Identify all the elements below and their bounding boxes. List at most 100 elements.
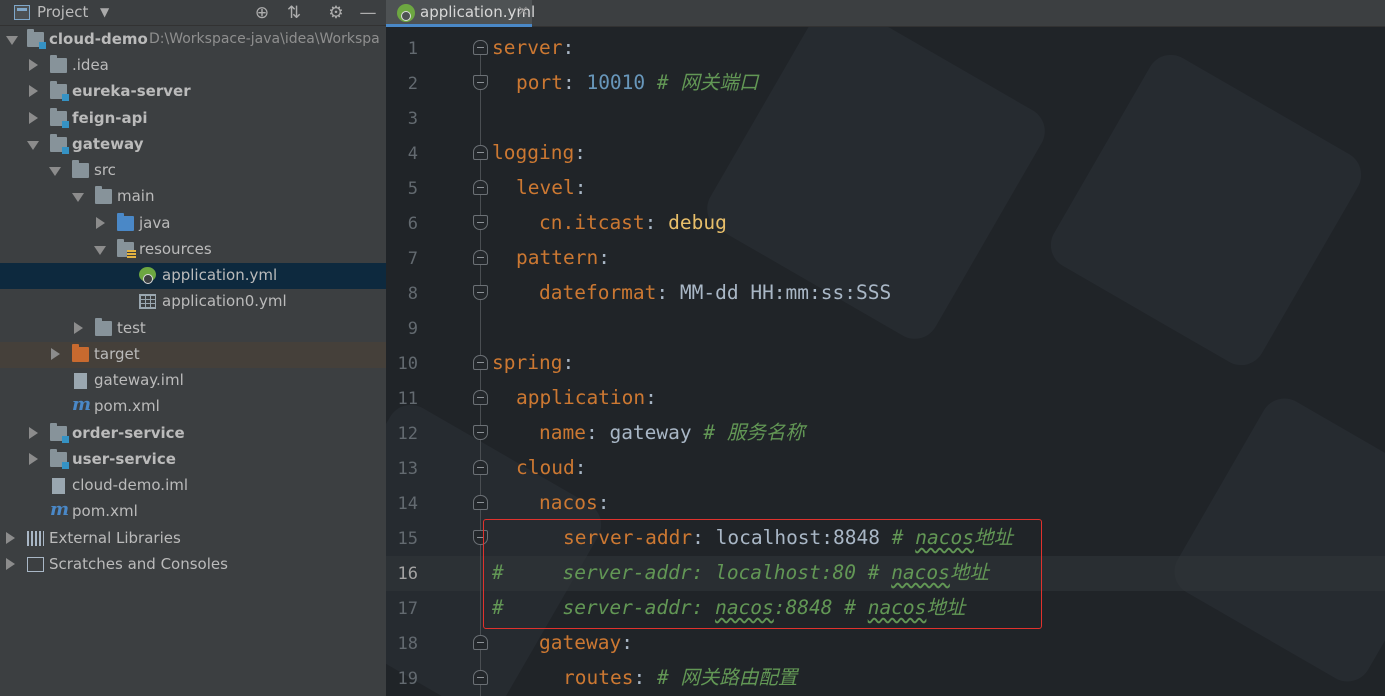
tree-item-resources[interactable]: resources: [0, 237, 386, 263]
tree-item-main[interactable]: main: [0, 184, 386, 210]
tree-item-label: target: [94, 345, 140, 363]
maven-icon: m: [72, 394, 92, 415]
gear-icon[interactable]: ⚙: [325, 2, 347, 24]
code-line-19[interactable]: routes: # 网关路由配置: [563, 660, 797, 695]
collapse-all-icon[interactable]: ⇅: [283, 2, 305, 24]
yaml-comment-typo: nacos: [715, 596, 774, 619]
tree-item-gateway-iml[interactable]: gateway.iml: [0, 368, 386, 394]
line-number: 2: [407, 74, 418, 94]
chevron-down-icon[interactable]: [94, 246, 106, 255]
yaml-colon: :: [585, 421, 610, 444]
hide-icon[interactable]: —: [357, 2, 379, 24]
yaml-key: pattern: [516, 246, 599, 269]
tree-item-root-pom-xml[interactable]: m pom.xml: [0, 499, 386, 525]
code-line-17[interactable]: # server-addr: nacos:8848 # nacos地址: [492, 590, 965, 625]
module-folder-icon: [50, 81, 69, 101]
fold-icon[interactable]: [473, 390, 488, 405]
folder-icon: [95, 318, 112, 336]
fold-icon[interactable]: [473, 250, 488, 265]
code-line-11[interactable]: application:: [516, 380, 657, 415]
code-line-13[interactable]: cloud:: [516, 450, 586, 485]
tree-item-user-service[interactable]: user-service: [0, 447, 386, 473]
background-decoration: [1165, 389, 1385, 691]
fold-icon[interactable]: [473, 75, 488, 90]
chevron-right-icon[interactable]: [6, 558, 15, 570]
yaml-comment: #: [891, 526, 916, 549]
locate-icon[interactable]: ⊕: [251, 2, 273, 24]
chevron-right-icon[interactable]: [29, 453, 38, 465]
fold-icon[interactable]: [473, 215, 488, 230]
tree-item-src[interactable]: src: [0, 158, 386, 184]
code-line-10[interactable]: spring:: [492, 345, 574, 380]
tree-item-pom-xml[interactable]: m pom.xml: [0, 394, 386, 420]
code-line-16[interactable]: # server-addr: localhost:80 # nacos地址: [492, 555, 989, 590]
tree-item-cloud-demo[interactable]: cloud-demo D:\Workspace-java\idea\Worksp…: [0, 27, 386, 53]
yaml-key: spring: [492, 351, 563, 374]
code-line-12[interactable]: name: gateway # 服务名称: [539, 415, 805, 450]
fold-icon[interactable]: [473, 285, 488, 300]
code-line-14[interactable]: nacos:: [539, 485, 609, 520]
tree-item-test[interactable]: test: [0, 316, 386, 342]
tree-item-application-yml[interactable]: application.yml: [0, 263, 386, 289]
code-line-5[interactable]: level:: [516, 170, 586, 205]
fold-icon[interactable]: [473, 530, 488, 545]
editor[interactable]: application.yml × 1 2 3 4 5 6 7 8 9 10 1…: [386, 0, 1385, 696]
chevron-down-icon[interactable]: [27, 141, 39, 150]
fold-icon[interactable]: [473, 495, 488, 510]
yaml-comment-typo: nacos: [915, 526, 974, 549]
fold-icon[interactable]: [473, 460, 488, 475]
chevron-down-icon[interactable]: ▼: [100, 5, 109, 19]
tree-item-feign-api[interactable]: feign-api: [0, 106, 386, 132]
chevron-right-icon[interactable]: [51, 348, 60, 360]
fold-icon[interactable]: [473, 355, 488, 370]
tree-item-idea[interactable]: .idea: [0, 53, 386, 79]
yaml-colon: :: [574, 141, 586, 164]
tree-item-application0-yml[interactable]: application0.yml: [0, 289, 386, 315]
code-line-2[interactable]: port: 10010 # 网关端口: [516, 65, 758, 100]
chevron-right-icon[interactable]: [29, 59, 38, 71]
fold-icon[interactable]: [473, 670, 488, 685]
code-line-1[interactable]: server:: [492, 30, 574, 65]
yaml-key: cn.itcast: [539, 211, 645, 234]
tree-item-cloud-demo-iml[interactable]: cloud-demo.iml: [0, 473, 386, 499]
tree-item-eureka-server[interactable]: eureka-server: [0, 79, 386, 105]
chevron-right-icon[interactable]: [96, 217, 105, 229]
code-line-8[interactable]: dateformat: MM-dd HH:mm:ss:SSS: [539, 275, 891, 310]
fold-icon[interactable]: [473, 635, 488, 650]
fold-icon[interactable]: [473, 425, 488, 440]
project-title[interactable]: Project: [37, 3, 88, 21]
tree-item-scratches[interactable]: Scratches and Consoles: [0, 552, 386, 578]
tree-item-java[interactable]: java: [0, 211, 386, 237]
fold-icon[interactable]: [473, 145, 488, 160]
maven-icon: m: [50, 499, 70, 520]
tab-application-yml[interactable]: application.yml ×: [386, 0, 535, 27]
code-line-4[interactable]: logging:: [492, 135, 586, 170]
chevron-down-icon[interactable]: [49, 167, 61, 176]
chevron-right-icon[interactable]: [29, 85, 38, 97]
chevron-right-icon[interactable]: [29, 112, 38, 124]
background-decoration: [1042, 46, 1370, 374]
yaml-comment-pad: [504, 596, 563, 619]
chevron-down-icon[interactable]: [6, 36, 18, 45]
yaml-colon: :: [656, 281, 680, 304]
close-icon[interactable]: ×: [517, 3, 529, 19]
chevron-right-icon[interactable]: [29, 427, 38, 439]
yaml-value: 10010: [586, 71, 646, 94]
yaml-comment: 地址: [926, 596, 966, 619]
chevron-right-icon[interactable]: [74, 322, 83, 334]
chevron-right-icon[interactable]: [6, 532, 15, 544]
code-line-18[interactable]: gateway:: [539, 625, 633, 660]
code-line-7[interactable]: pattern:: [516, 240, 610, 275]
tree-item-label: pom.xml: [72, 502, 138, 520]
yaml-file-icon: [397, 4, 415, 22]
code-line-15[interactable]: server-addr: localhost:8848 # nacos地址: [563, 520, 1013, 555]
yaml-comment: # 服务名称: [703, 421, 805, 444]
tree-item-order-service[interactable]: order-service: [0, 421, 386, 447]
chevron-down-icon[interactable]: [72, 193, 84, 202]
code-line-6[interactable]: cn.itcast: debug: [539, 205, 727, 240]
tree-item-gateway[interactable]: gateway: [0, 132, 386, 158]
tree-item-external-libraries[interactable]: External Libraries: [0, 526, 386, 552]
fold-icon[interactable]: [473, 180, 488, 195]
tree-item-target[interactable]: target: [0, 342, 386, 368]
fold-icon[interactable]: [473, 40, 488, 55]
